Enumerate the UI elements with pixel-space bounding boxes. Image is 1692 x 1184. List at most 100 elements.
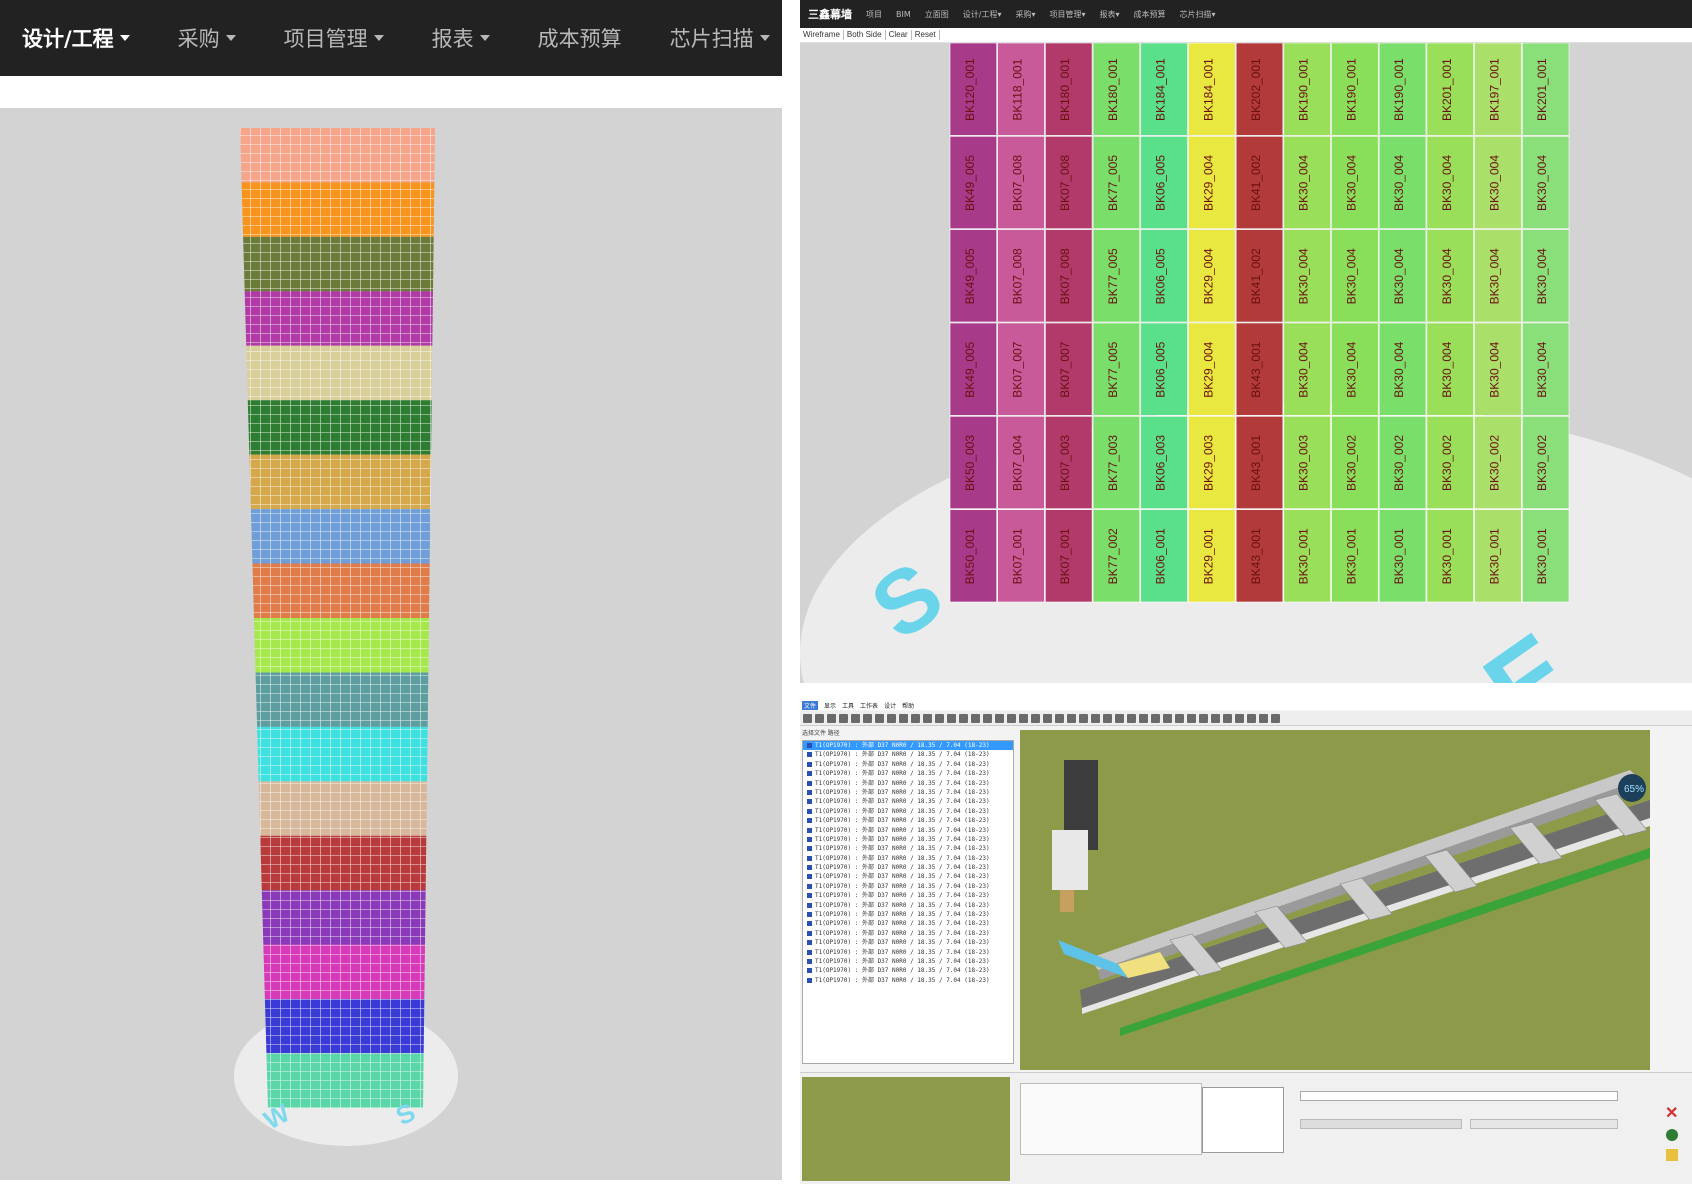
- toolbar-icon[interactable]: [839, 713, 848, 723]
- reset-button[interactable]: Reset: [912, 30, 940, 40]
- both-side-button[interactable]: Both Side: [844, 30, 886, 40]
- tree-row[interactable]: T1(OP1970) : 外部 D37 N0R0 / 18.35 / 7.04 …: [803, 741, 1013, 751]
- tree-row[interactable]: T1(OP1970) : 外部 D37 N0R0 / 18.35 / 7.04 …: [803, 957, 1013, 966]
- toolbar-icon[interactable]: [1055, 713, 1064, 723]
- tree-row[interactable]: T1(OP1970) : 外部 D37 N0R0 / 18.35 / 7.04 …: [803, 844, 1013, 853]
- toolbar-icon[interactable]: [959, 713, 968, 723]
- tree-row[interactable]: T1(OP1970) : 外部 D37 N0R0 / 18.35 / 7.04 …: [803, 863, 1013, 872]
- menu-item[interactable]: 文件: [802, 700, 819, 710]
- menu-item[interactable]: 显示: [824, 701, 836, 710]
- close-icon[interactable]: ✕: [1665, 1106, 1679, 1122]
- nav-procurement[interactable]: 采购: [178, 23, 236, 53]
- tower-3d-viewport[interactable]: W S: [0, 108, 782, 1180]
- tree-row[interactable]: T1(OP1970) : 外部 D37 N0R0 / 18.35 / 7.04 …: [803, 750, 1013, 759]
- toolbar-icon[interactable]: [863, 713, 872, 723]
- tree-row[interactable]: T1(OP1970) : 外部 D37 N0R0 / 18.35 / 7.04 …: [803, 929, 1013, 938]
- tree-row[interactable]: T1(OP1970) : 外部 D37 N0R0 / 18.35 / 7.04 …: [803, 854, 1013, 863]
- toolbar-icon[interactable]: [1259, 713, 1268, 723]
- toolbar-icon[interactable]: [1139, 713, 1148, 723]
- info-icon[interactable]: [1666, 1129, 1678, 1141]
- tree-row[interactable]: T1(OP1970) : 外部 D37 N0R0 / 18.35 / 7.04 …: [803, 835, 1013, 844]
- wireframe-button[interactable]: Wireframe: [800, 30, 844, 40]
- tree-row[interactable]: T1(OP1970) : 外部 D37 N0R0 / 18.35 / 7.04 …: [803, 760, 1013, 769]
- toolbar-icon[interactable]: [851, 713, 860, 723]
- toolbar-icon[interactable]: [995, 713, 1004, 723]
- nav-item[interactable]: 设计/工程▾: [963, 9, 1002, 20]
- tree-row[interactable]: T1(OP1970) : 外部 D37 N0R0 / 18.35 / 7.04 …: [803, 919, 1013, 928]
- mini-viewport[interactable]: [802, 1077, 1010, 1181]
- nav-cost-budget[interactable]: 成本预算: [538, 23, 622, 53]
- toolbar-icon[interactable]: [803, 713, 812, 723]
- menu-item[interactable]: 工具: [842, 701, 854, 710]
- tree-row[interactable]: T1(OP1970) : 外部 D37 N0R0 / 18.35 / 7.04 …: [803, 882, 1013, 891]
- toolbar-icon[interactable]: [1067, 713, 1076, 723]
- nav-item[interactable]: BIM: [896, 10, 911, 19]
- nav-item[interactable]: 采购▾: [1015, 9, 1035, 20]
- tree-row[interactable]: T1(OP1970) : 外部 D37 N0R0 / 18.35 / 7.04 …: [803, 966, 1013, 975]
- toolbar-icon[interactable]: [1247, 713, 1256, 723]
- nav-chip-scan[interactable]: 芯片扫描: [670, 23, 770, 53]
- toolbar-icon[interactable]: [1019, 713, 1028, 723]
- tree-row[interactable]: T1(OP1970) : 外部 D37 N0R0 / 18.35 / 7.04 …: [803, 872, 1013, 881]
- nav-item[interactable]: 项目管理▾: [1049, 9, 1085, 20]
- nav-project-management[interactable]: 项目管理: [284, 23, 384, 53]
- tree-row[interactable]: T1(OP1970) : 外部 D37 N0R0 / 18.35 / 7.04 …: [803, 910, 1013, 919]
- toolbar-icon[interactable]: [1103, 713, 1112, 723]
- tree-row[interactable]: T1(OP1970) : 外部 D37 N0R0 / 18.35 / 7.04 …: [803, 816, 1013, 825]
- menu-item[interactable]: 帮助: [902, 701, 914, 710]
- toolbar-icon[interactable]: [1175, 713, 1184, 723]
- nav-item[interactable]: 项目: [866, 9, 882, 20]
- toolbar-icon[interactable]: [815, 713, 824, 723]
- toolbar-icon[interactable]: [1223, 713, 1232, 723]
- clear-button[interactable]: Clear: [886, 30, 912, 40]
- tree-row[interactable]: T1(OP1970) : 外部 D37 N0R0 / 18.35 / 7.04 …: [803, 779, 1013, 788]
- tree-row[interactable]: T1(OP1970) : 外部 D37 N0R0 / 18.35 / 7.04 …: [803, 891, 1013, 900]
- toolbar-icon[interactable]: [1091, 713, 1100, 723]
- nav-item[interactable]: 成本预算: [1134, 9, 1166, 20]
- toolbar-icon[interactable]: [971, 713, 980, 723]
- panel-closeup-viewport[interactable]: BK120_001 BK118_001 BK180_001 BK180_001 BK18…: [800, 42, 1692, 683]
- toolbar-icon[interactable]: [875, 713, 884, 723]
- toolbar-icon[interactable]: [911, 713, 920, 723]
- toolbar-icon[interactable]: [1079, 713, 1088, 723]
- tree-row[interactable]: T1(OP1970) : 外部 D37 N0R0 / 18.35 / 7.04 …: [803, 797, 1013, 806]
- toolbar-icon[interactable]: [1199, 713, 1208, 723]
- toolbar-icon[interactable]: [1115, 713, 1124, 723]
- toolbar-icon[interactable]: [1151, 713, 1160, 723]
- tree-row[interactable]: T1(OP1970) : 外部 D37 N0R0 / 18.35 / 7.04 …: [803, 769, 1013, 778]
- tree-row[interactable]: T1(OP1970) : 外部 D37 N0R0 / 18.35 / 7.04 …: [803, 938, 1013, 947]
- toolbar-icon[interactable]: [1235, 713, 1244, 723]
- tree-row[interactable]: T1(OP1970) : 外部 D37 N0R0 / 18.35 / 7.04 …: [803, 901, 1013, 910]
- brand-logo[interactable]: 三鑫幕墙: [808, 6, 852, 22]
- action-button[interactable]: [1470, 1119, 1618, 1129]
- toolbar-icon[interactable]: [983, 713, 992, 723]
- cnc-3d-viewport[interactable]: 65%: [1020, 730, 1650, 1070]
- program-tree[interactable]: T1(OP1970) : 外部 D37 N0R0 / 18.35 / 7.04 …: [802, 740, 1014, 1064]
- nav-design-engineering[interactable]: 设计/工程: [22, 23, 130, 53]
- tree-row[interactable]: T1(OP1970) : 外部 D37 N0R0 / 18.35 / 7.04 …: [803, 826, 1013, 835]
- nav-item[interactable]: 芯片扫描▾: [1180, 9, 1216, 20]
- toolbar-icon[interactable]: [1031, 713, 1040, 723]
- toolbar-icon[interactable]: [887, 713, 896, 723]
- nav-item[interactable]: 报表▾: [1100, 9, 1120, 20]
- toolbar-icon[interactable]: [1211, 713, 1220, 723]
- toolbar-icon[interactable]: [1007, 713, 1016, 723]
- tree-row[interactable]: T1(OP1970) : 外部 D37 N0R0 / 18.35 / 7.04 …: [803, 807, 1013, 816]
- toolbar-icon[interactable]: [1043, 713, 1052, 723]
- toolbar-icon[interactable]: [899, 713, 908, 723]
- toolbar-icon[interactable]: [923, 713, 932, 723]
- toolbar-icon[interactable]: [935, 713, 944, 723]
- toolbar-icon[interactable]: [947, 713, 956, 723]
- tool-icon[interactable]: [1666, 1149, 1678, 1161]
- nav-reports[interactable]: 报表: [432, 23, 490, 53]
- path-input[interactable]: [1300, 1091, 1618, 1101]
- menu-item[interactable]: 工作表: [860, 701, 878, 710]
- toolbar-icon[interactable]: [1163, 713, 1172, 723]
- toolbar-icon[interactable]: [1271, 713, 1280, 723]
- toolbar-icon[interactable]: [1187, 713, 1196, 723]
- toolbar-icon[interactable]: [1127, 713, 1136, 723]
- tree-row[interactable]: T1(OP1970) : 外部 D37 N0R0 / 18.35 / 7.04 …: [803, 948, 1013, 957]
- tree-row[interactable]: T1(OP1970) : 外部 D37 N0R0 / 18.35 / 7.04 …: [803, 788, 1013, 797]
- tree-row[interactable]: T1(OP1970) : 外部 D37 N0R0 / 18.35 / 7.04 …: [803, 976, 1013, 985]
- menu-item[interactable]: 设计: [884, 701, 896, 710]
